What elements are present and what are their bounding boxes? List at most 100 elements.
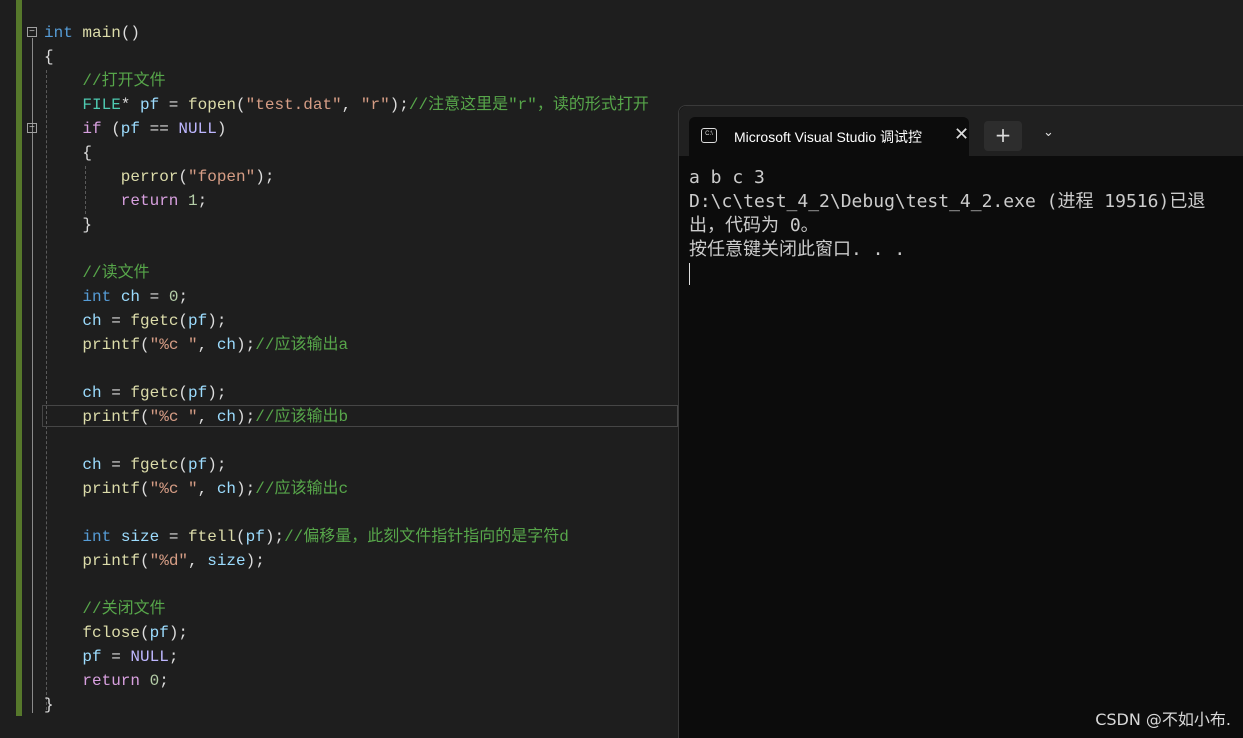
code-token: int [82,528,112,546]
chevron-down-icon[interactable]: ⌄ [1043,125,1054,140]
code-token: ); [264,528,285,546]
code-token: = [101,648,131,666]
code-token: "%c " [149,336,198,354]
code-token: ); [207,456,227,474]
code-token: pf [120,120,140,138]
code-token: ch [216,336,237,354]
code-token: pf [245,528,265,546]
code-token: size [207,552,246,570]
change-indicator-bar [16,0,22,716]
code-line[interactable]: printf("%c ", ch);//应该输出a [82,333,348,357]
code-token: ch [82,312,102,330]
code-token: ; [159,672,169,690]
code-token: fclose [82,624,140,642]
code-line[interactable]: printf("%d", size); [82,549,264,573]
code-line[interactable]: FILE* pf = fopen("test.dat", "r");//注意这里… [82,93,649,117]
code-token: ( [236,96,246,114]
code-token: //关闭文件 [82,600,166,618]
code-token: ); [255,168,275,186]
code-token: if [82,120,102,138]
code-line[interactable]: fclose(pf); [82,621,188,645]
code-token: pf [188,384,208,402]
code-token: //应该输出a [255,336,349,354]
code-token: pf [188,312,208,330]
code-token: ( [236,528,246,546]
code-token: = [101,456,131,474]
code-token: ) [216,120,227,138]
code-token: ( [140,552,150,570]
code-line[interactable]: printf("%c ", ch);//应该输出c [82,477,348,501]
code-line[interactable]: int main() [44,21,140,45]
code-line[interactable]: perror("fopen"); [121,165,275,189]
code-token: ); [207,312,227,330]
watermark: CSDN @不如小布. [1095,710,1231,729]
code-line[interactable]: { [44,45,54,69]
code-line[interactable]: //关闭文件 [82,597,165,621]
terminal-output-line: D:\c\test_4_2\Debug\test_4_2.exe (进程 195… [689,191,1206,236]
code-token: ( [178,168,189,186]
code-line[interactable]: //读文件 [82,261,149,285]
code-token: , [188,552,208,570]
close-tab-icon[interactable]: ✕ [954,124,969,145]
tab-title: Microsoft Visual Studio 调试控 [734,129,923,145]
code-token: , [197,480,217,498]
code-token: 1 [188,192,198,210]
code-token: , [197,408,217,426]
code-token: printf [82,336,140,354]
code-line[interactable]: { [82,141,92,165]
console-icon: C:\ [701,128,717,143]
terminal-window[interactable]: C:\ Microsoft Visual Studio 调试控 ✕ + ⌄ a … [678,105,1243,738]
code-token: //读文件 [82,264,150,282]
code-token: ch [82,384,102,402]
code-line[interactable]: ch = fgetc(pf); [82,381,226,405]
code-token: ftell [188,528,237,546]
code-token: //注意这里是"r"，读的形式打开 [408,96,649,114]
code-token: ( [140,408,150,426]
indent-guide [85,166,86,214]
terminal-output-line: a b c 3 [689,167,765,188]
code-token: ( [178,312,189,330]
code-token: pf [140,96,160,114]
code-token: ch [216,480,237,498]
code-line[interactable]: pf = NULL; [82,645,178,669]
terminal-tab[interactable]: C:\ Microsoft Visual Studio 调试控 ✕ [689,117,969,156]
code-token: 0 [149,672,160,690]
code-line[interactable]: //打开文件 [82,69,165,93]
terminal-output-line: 按任意键关闭此窗口. . . [689,239,906,260]
code-token: return [82,672,140,690]
code-token: //应该输出c [255,480,349,498]
code-line[interactable]: printf("%c ", ch);//应该输出b [82,405,348,429]
code-token: { [44,48,54,66]
code-token: fgetc [130,384,179,402]
code-line[interactable]: int ch = 0; [82,285,188,309]
code-token: ); [389,96,409,114]
new-tab-button[interactable]: + [984,121,1022,151]
fold-minus-icon[interactable]: − [27,123,37,134]
code-line[interactable]: ch = fgetc(pf); [82,309,226,333]
code-token: return [120,192,179,210]
code-line[interactable]: ch = fgetc(pf); [82,453,226,477]
code-line[interactable]: return 0; [82,669,168,693]
code-token: ); [236,408,256,426]
code-token: "%c " [149,480,198,498]
code-token: printf [82,480,140,498]
code-line[interactable]: } [44,693,54,717]
fold-minus-icon[interactable]: − [27,27,37,38]
code-token: ( [140,336,150,354]
code-token: //打开文件 [82,72,166,90]
code-line[interactable]: if (pf == NULL) [82,117,226,141]
code-editor[interactable]: − − int main() { //打开文件 FILE* pf = fopen("t… [0,0,678,738]
code-token: * [120,96,140,114]
code-token: } [44,696,54,714]
code-line[interactable]: return 1; [121,189,207,213]
code-token: ch [216,408,237,426]
code-token: ; [197,192,208,210]
code-token: NULL [130,648,169,666]
code-token: () [120,24,141,42]
code-line[interactable]: int size = ftell(pf);//偏移量，此刻文件指针指向的是字符d [82,525,568,549]
code-token: "%d" [149,552,189,570]
code-line[interactable]: } [82,213,92,237]
code-token: pf [149,624,169,642]
